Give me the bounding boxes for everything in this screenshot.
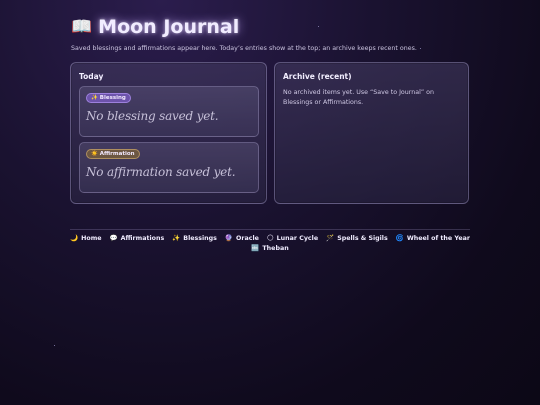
nav-theban-label: Theban [262,244,289,252]
star-decoration [54,345,55,346]
nav-oracle-label: Oracle [236,234,259,242]
alphabet-icon: 🔤 [251,244,260,252]
archive-card: Archive (recent) No archived items yet. … [274,62,469,204]
today-card-title: Today [79,72,104,81]
affirmation-badge-label: Affirmation [99,151,135,157]
page-title: 📖 Moon Journal [71,16,239,38]
blessing-text: No blessing saved yet. [86,109,219,123]
sparkles-icon: ✨ [91,95,98,101]
magic-wand-icon: 🪄 [326,234,335,242]
sun-icon: ☀️ [91,151,98,157]
star-decoration [318,26,319,27]
nav-affirmations[interactable]: 💬 Affirmations [110,234,165,242]
spiral-icon: 🌀 [395,234,404,242]
open-book-icon: 📖 [71,17,93,37]
affirmation-badge: ☀️ Affirmation [86,149,140,159]
nav-home[interactable]: 🌙 Home [70,234,102,242]
blessing-badge-label: Blessing [99,95,126,101]
today-card: Today ✨ Blessing No blessing saved yet. … [70,62,267,204]
archive-card-title: Archive (recent) [283,72,352,81]
nav-wheel-of-the-year-label: Wheel of the Year [406,234,470,242]
blessing-badge: ✨ Blessing [86,93,131,103]
nav-home-label: Home [81,234,102,242]
star-decoration [420,48,421,49]
page-title-text: Moon Journal [98,16,240,38]
nav-lunar-cycle[interactable]: 🌕 Lunar Cycle [267,234,318,242]
nav-lunar-cycle-label: Lunar Cycle [276,234,319,242]
nav-affirmations-label: Affirmations [120,234,165,242]
affirmation-text: No affirmation saved yet. [86,165,236,179]
nav-theban[interactable]: 🔤 Theban [251,244,288,252]
speech-bubble-icon: 💬 [109,234,118,242]
nav-oracle[interactable]: 🔮 Oracle [225,234,259,242]
page-subtitle: Saved blessings and affirmations appear … [71,45,417,52]
sparkles-icon: ✨ [172,234,181,242]
nav-blessings[interactable]: ✨ Blessings [172,234,217,242]
crystal-ball-icon: 🔮 [224,234,234,242]
nav-spells-sigils-label: Spells & Sigils [337,234,388,242]
affirmation-entry: ☀️ Affirmation No affirmation saved yet. [79,142,259,193]
nav-wheel-of-the-year[interactable]: 🌀 Wheel of the Year [396,234,470,242]
blessing-entry: ✨ Blessing No blessing saved yet. [79,86,259,137]
bottom-nav: 🌙 Home 💬 Affirmations ✨ Blessings 🔮 Orac… [70,229,470,252]
nav-spells-sigils[interactable]: 🪄 Spells & Sigils [326,234,388,242]
moon-icon: 🌙 [70,234,79,242]
archive-empty-text: No archived items yet. Use “Save to Jour… [283,89,434,106]
nav-blessings-label: Blessings [183,234,217,242]
full-moon-icon: 🌕 [266,234,274,242]
